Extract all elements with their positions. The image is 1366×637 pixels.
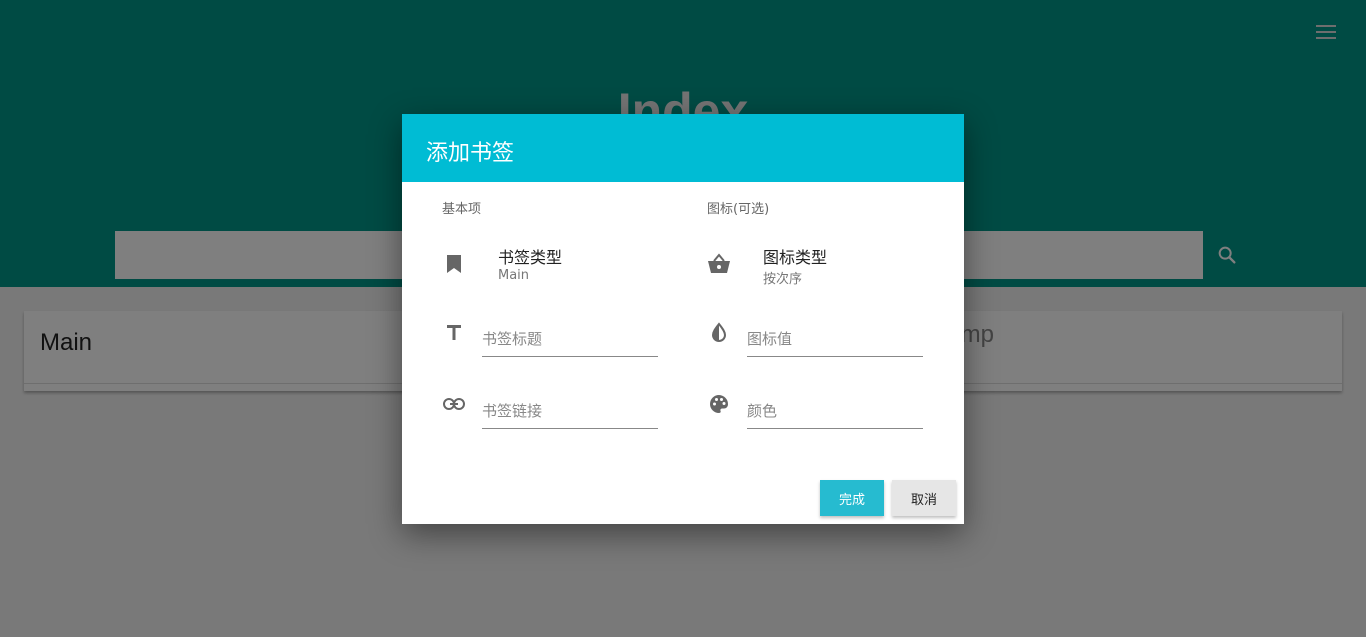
bookmark-link-input[interactable] <box>482 394 658 429</box>
contrast-drop-icon <box>707 320 731 344</box>
dialog-title: 添加书签 <box>426 141 515 166</box>
icon-type-label: 图标类型 <box>763 248 828 267</box>
icon-section-label: 图标(可选) <box>707 202 770 217</box>
link-icon <box>442 392 466 416</box>
basket-icon <box>707 252 731 276</box>
add-bookmark-dialog: 添加书签 基本项 图标(可选) 书签类型 Main 图标类型 按次序 书签标题 … <box>402 114 964 524</box>
bookmark-icon <box>442 252 466 276</box>
bookmark-type-value: Main <box>498 268 530 283</box>
bookmark-title-input[interactable] <box>482 322 658 357</box>
text-format-icon <box>442 320 466 344</box>
basic-section-label: 基本项 <box>442 202 482 217</box>
bookmark-type-label: 书签类型 <box>498 248 563 267</box>
icon-type-selector[interactable]: 图标类型 按次序 <box>697 238 937 288</box>
bookmark-type-selector[interactable]: 书签类型 Main <box>432 238 672 288</box>
cancel-button[interactable]: 取消 <box>892 480 956 516</box>
icon-type-value: 按次序 <box>763 272 803 287</box>
palette-icon <box>707 392 731 416</box>
done-button[interactable]: 完成 <box>820 480 884 516</box>
icon-value-input[interactable] <box>747 322 923 357</box>
dialog-header: 添加书签 <box>402 114 964 182</box>
color-input[interactable] <box>747 394 923 429</box>
